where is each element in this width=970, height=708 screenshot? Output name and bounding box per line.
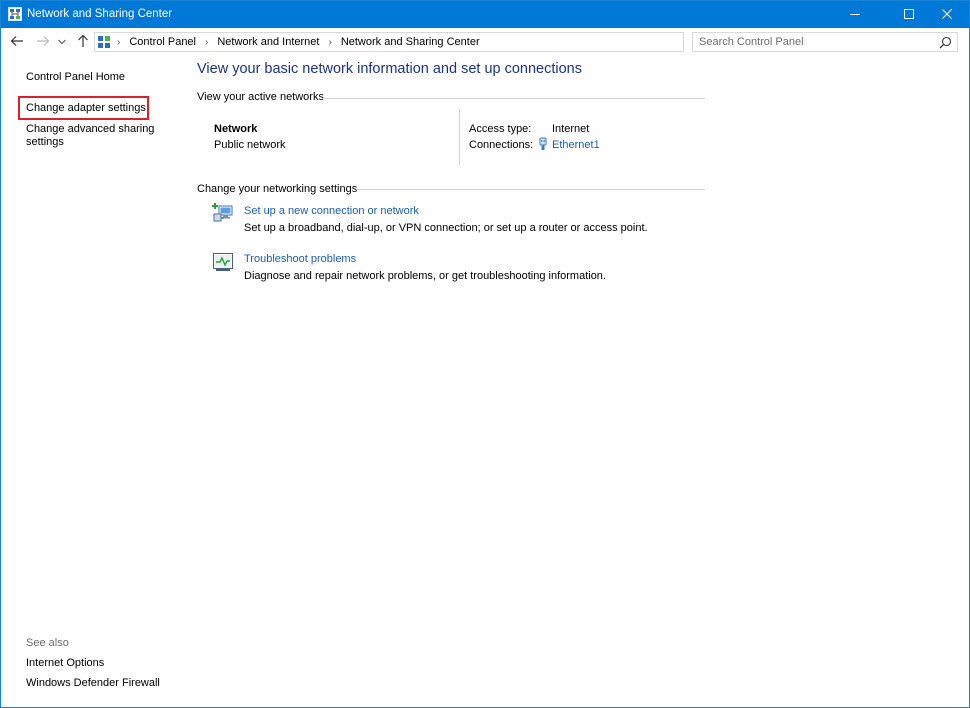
forward-arrow-icon — [36, 35, 50, 50]
troubleshoot-problems-link[interactable]: Troubleshoot problems — [244, 253, 356, 265]
breadcrumb-item-control-panel[interactable]: Control Panel — [129, 36, 196, 48]
access-type-value: Internet — [552, 123, 589, 135]
title-bar: Network and Sharing Center — [0, 0, 970, 28]
breadcrumb-item-network-and-sharing-center[interactable]: Network and Sharing Center — [341, 36, 480, 48]
breadcrumb: › Control Panel › Network and Internet ›… — [115, 36, 480, 48]
setup-new-connection-description: Set up a broadband, dial-up, or VPN conn… — [244, 222, 648, 234]
network-category: Public network — [214, 139, 286, 151]
troubleshoot-icon — [212, 251, 234, 273]
new-connection-icon — [212, 202, 234, 224]
breadcrumb-separator[interactable]: › — [328, 37, 331, 48]
control-panel-icon — [97, 35, 111, 49]
close-button[interactable] — [924, 0, 970, 28]
back-button[interactable] — [8, 34, 26, 50]
up-arrow-icon — [77, 34, 89, 51]
up-button[interactable] — [74, 34, 92, 50]
maximize-icon — [904, 9, 914, 19]
connections-label: Connections: — [469, 139, 533, 151]
vertical-divider — [459, 109, 460, 165]
active-networks-heading: View your active networks — [197, 91, 324, 103]
window-title: Network and Sharing Center — [27, 8, 172, 20]
search-input[interactable] — [693, 33, 933, 51]
windows-defender-firewall-link[interactable]: Windows Defender Firewall — [26, 677, 160, 690]
navigation-bar: › Control Panel › Network and Internet ›… — [0, 28, 970, 56]
access-type-label: Access type: — [469, 123, 531, 135]
search-box — [692, 32, 958, 52]
breadcrumb-separator: › — [117, 37, 120, 48]
back-arrow-icon — [10, 35, 24, 50]
page-title: View your basic network information and … — [197, 61, 582, 77]
network-name: Network — [214, 123, 257, 135]
forward-button[interactable] — [34, 34, 52, 50]
ethernet-icon — [537, 137, 549, 151]
internet-options-link[interactable]: Internet Options — [26, 657, 104, 670]
change-settings-heading: Change your networking settings — [197, 183, 357, 195]
close-icon — [942, 9, 952, 19]
section-divider — [322, 98, 705, 99]
left-pane: Control Panel Home Change adapter settin… — [0, 56, 180, 708]
minimize-button[interactable] — [832, 0, 878, 28]
section-divider — [356, 189, 705, 190]
search-icon[interactable] — [939, 36, 953, 50]
recent-locations-button[interactable] — [56, 34, 68, 50]
see-also-heading: See also — [26, 637, 69, 649]
network-center-icon — [8, 7, 22, 21]
change-advanced-sharing-settings-link[interactable]: Change advanced sharing settings — [26, 123, 166, 149]
minimize-icon — [850, 9, 860, 19]
breadcrumb-separator[interactable]: › — [205, 37, 208, 48]
setup-new-connection-link[interactable]: Set up a new connection or network — [244, 205, 419, 217]
control-panel-home-link[interactable]: Control Panel Home — [26, 71, 125, 84]
troubleshoot-problems-description: Diagnose and repair network problems, or… — [244, 270, 606, 282]
breadcrumb-item-network-and-internet[interactable]: Network and Internet — [217, 36, 319, 48]
chevron-down-icon — [58, 36, 66, 48]
ethernet1-connection-link[interactable]: Ethernet1 — [552, 139, 600, 151]
change-adapter-settings-link[interactable]: Change adapter settings — [26, 102, 146, 115]
address-bar[interactable]: › Control Panel › Network and Internet ›… — [94, 32, 684, 52]
